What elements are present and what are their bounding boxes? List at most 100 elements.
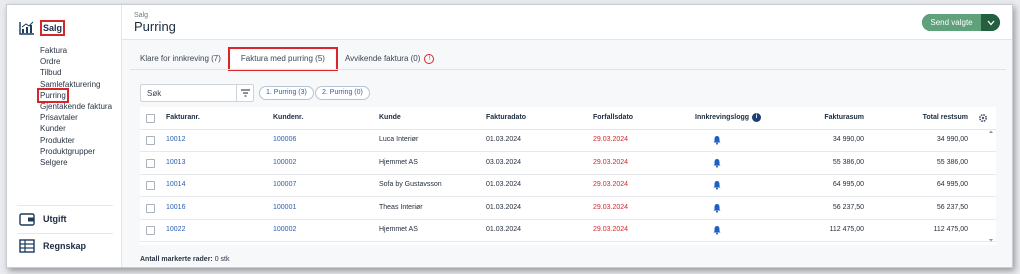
table-row[interactable]: 10022 100002 Hjemmet AS 01.03.2024 29.03… [140, 219, 996, 242]
column-header-total-restsum[interactable]: Total restsum [900, 107, 968, 129]
customer-name: Hjemmet AS [379, 226, 418, 233]
tab-faktura-med-purring[interactable]: Faktura med purring (5) [227, 47, 338, 71]
sidebar-item-purring[interactable]: Purring [37, 87, 112, 103]
invoice-date: 01.03.2024 [486, 181, 522, 188]
invoice-number-link[interactable]: 10013 [166, 152, 185, 174]
sidebar-section-regnskap[interactable]: Regnskap [19, 239, 86, 253]
sidebar-item-prisavtaler[interactable]: Prisavtaler [40, 112, 112, 123]
customer-number-link[interactable]: 100007 [273, 174, 296, 196]
sidebar-section-utgift[interactable]: Utgift [19, 212, 67, 226]
customer-name: Theas Interiør [379, 203, 423, 211]
select-all-checkbox[interactable] [146, 114, 155, 123]
customer-number-link[interactable]: 100002 [273, 219, 296, 241]
column-header-fakturadato[interactable]: Fakturadato [486, 107, 526, 129]
bell-icon[interactable] [712, 135, 722, 145]
column-header-fakturanr[interactable]: Fakturanr. [166, 107, 200, 129]
search-field[interactable]: Søk [140, 84, 254, 102]
column-header-fakturasum[interactable]: Fakturasum [800, 107, 864, 129]
customer-name: Luca Interiør [379, 136, 419, 143]
sidebar-divider [17, 205, 113, 206]
search-input[interactable]: Søk [141, 89, 236, 98]
column-header-kunde[interactable]: Kunde [379, 107, 401, 129]
customer-number-link[interactable]: 100001 [273, 197, 296, 219]
invoice-number-link[interactable]: 10016 [166, 197, 185, 219]
table-row[interactable]: 10012 100006 Luca Interiør 01.03.2024 29… [140, 129, 996, 152]
row-checkbox[interactable] [146, 226, 155, 235]
table-header-row: Fakturanr. Kundenr. Kunde Fakturadato Fo… [140, 107, 996, 130]
tab-klare-for-innkreving[interactable]: Klare for innkreving (7) [130, 50, 231, 68]
filter-chip-purring-1[interactable]: 1. Purring (3) [259, 86, 314, 100]
remaining-sum: 55 386,00 [936, 158, 968, 166]
sidebar-item-produktgrupper[interactable]: Produktgrupper [40, 146, 112, 157]
invoice-sum: 112 475,00 [829, 226, 864, 233]
sidebar-item-faktura[interactable]: Faktura [40, 45, 112, 56]
warning-icon: ! [424, 54, 435, 64]
invoice-number-link[interactable]: 10012 [166, 129, 185, 151]
gear-icon[interactable] [978, 113, 988, 123]
sidebar-item-kunder[interactable]: Kunder [40, 123, 112, 134]
row-checkbox[interactable] [146, 136, 155, 145]
breadcrumb[interactable]: Salg [134, 12, 148, 19]
invoice-date: 01.03.2024 [486, 136, 522, 143]
selected-rows-summary: Antall markerte rader: 0 stk [140, 256, 230, 263]
send-selected-button[interactable]: Send valgte [922, 14, 1000, 31]
selected-rows-count: 0 stk [214, 256, 230, 263]
invoice-date: 03.03.2024 [486, 158, 522, 166]
customer-number-link[interactable]: 100006 [273, 129, 296, 151]
sidebar-item-ordre[interactable]: Ordre [40, 56, 112, 67]
chevron-down-icon [987, 20, 994, 25]
bell-icon[interactable] [712, 203, 722, 213]
table-row[interactable]: 10013 100002 Hjemmet AS 03.03.2024 29.03… [140, 152, 996, 175]
filter-button[interactable] [236, 85, 253, 101]
column-header-innkrevingslogg[interactable]: Innkrevingslogg i [695, 107, 762, 129]
vertical-scrollbar[interactable] [988, 129, 994, 243]
salg-subnav: Faktura Ordre Tilbud Samlefakturering Pu… [37, 45, 112, 168]
tab-avvikende-faktura[interactable]: Avvikende faktura (0)! [335, 50, 444, 68]
sidebar: Salg Faktura Ordre Tilbud Samlefaktureri… [7, 5, 122, 267]
send-options-dropdown[interactable] [981, 14, 1000, 31]
invoice-number-link[interactable]: 10022 [166, 219, 185, 241]
sidebar-section-label: Salg [39, 20, 66, 36]
bell-icon[interactable] [712, 225, 722, 235]
column-header-forfallsdato[interactable]: Forfallsdato [593, 107, 633, 129]
row-checkbox[interactable] [146, 158, 155, 168]
sidebar-item-selgere[interactable]: Selgere [40, 157, 112, 168]
sidebar-section-salg[interactable]: Salg [19, 20, 66, 36]
due-date: 29.03.2024 [593, 158, 629, 166]
tab-label: Avvikende faktura (0) [344, 54, 421, 63]
sidebar-item-produkter[interactable]: Produkter [40, 135, 112, 146]
info-icon[interactable]: i [752, 112, 762, 122]
sidebar-item-samlefakturering[interactable]: Samlefakturering [40, 79, 112, 90]
table-row[interactable]: 10016 100001 Theas Interiør 01.03.2024 2… [140, 197, 996, 220]
sidebar-item-gjentakende-faktura[interactable]: Gjentakende faktura [40, 101, 112, 112]
tab-label: Faktura med purring (5) [240, 54, 325, 63]
bell-icon[interactable] [712, 158, 722, 168]
selected-rows-label: Antall markerte rader: [140, 256, 213, 263]
app-window: Salg Faktura Ordre Tilbud Samlefaktureri… [6, 4, 1013, 268]
table-row[interactable]: 10014 100007 Sofa by Gustavsson 01.03.20… [140, 174, 996, 197]
remaining-sum: 56 237,50 [936, 203, 968, 211]
tabs-underline [130, 69, 1006, 70]
send-selected-label[interactable]: Send valgte [922, 14, 981, 31]
sidebar-section-label: Utgift [43, 214, 67, 224]
sidebar-divider [17, 233, 113, 234]
remaining-sum: 112 475,00 [933, 226, 968, 233]
customer-name: Sofa by Gustavsson [379, 181, 442, 188]
page-header: Salg Purring Send valgte [122, 5, 1012, 40]
invoice-sum: 56 237,50 [832, 203, 864, 211]
row-checkbox[interactable] [146, 203, 155, 213]
chart-icon [19, 21, 34, 35]
invoice-sum: 55 386,00 [832, 158, 864, 166]
sidebar-section-label: Regnskap [43, 241, 87, 251]
due-date: 29.03.2024 [593, 136, 629, 143]
invoice-number-link[interactable]: 10014 [166, 174, 185, 196]
due-date: 29.03.2024 [593, 203, 629, 211]
column-header-kundenr[interactable]: Kundenr. [273, 107, 303, 129]
sidebar-item-tilbud[interactable]: Tilbud [40, 67, 112, 78]
customer-number-link[interactable]: 100002 [273, 152, 296, 174]
remaining-sum: 34 990,00 [936, 136, 968, 143]
filter-chip-purring-2[interactable]: 2. Purring (0) [315, 86, 370, 100]
bell-icon[interactable] [712, 180, 722, 190]
row-checkbox[interactable] [146, 181, 155, 190]
invoice-sum: 64 995,00 [832, 181, 864, 188]
